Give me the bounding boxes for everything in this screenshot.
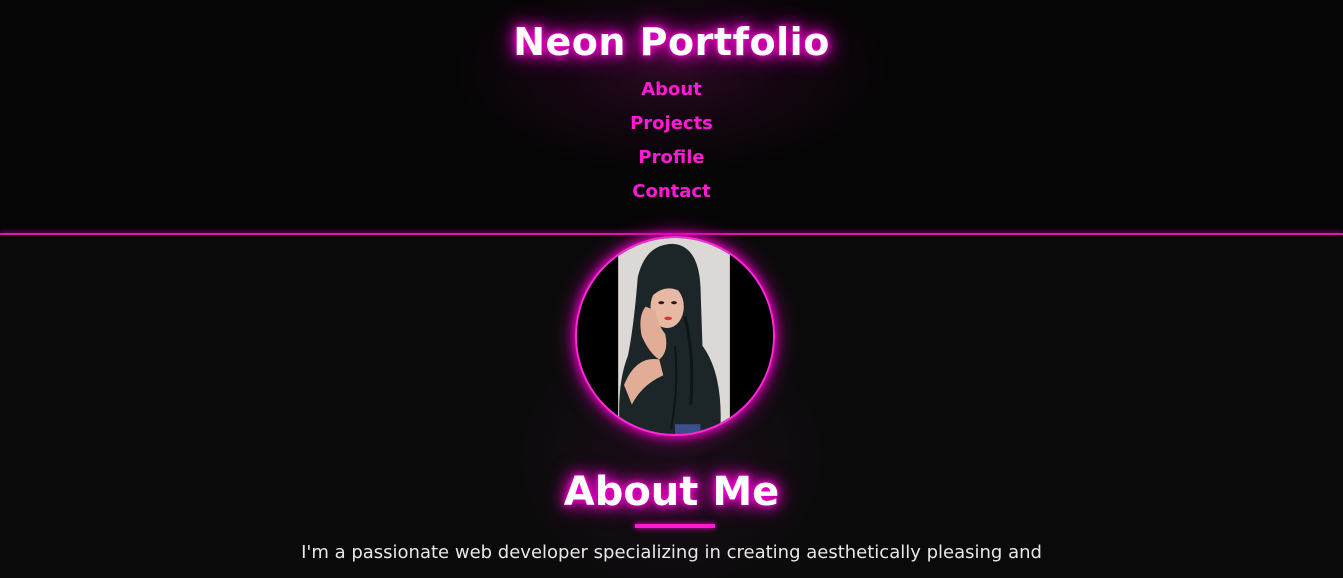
about-section: About Me I'm a passionate web developer … (0, 235, 1343, 578)
about-description: I'm a passionate web developer specializ… (301, 542, 1042, 563)
nav-link-about[interactable]: About (641, 78, 702, 112)
nav-link-contact[interactable]: Contact (632, 180, 710, 214)
nav-link-projects[interactable]: Projects (630, 112, 713, 146)
site-header: Neon Portfolio About Projects Profile Co… (0, 0, 1343, 233)
nav-link-profile[interactable]: Profile (638, 146, 704, 180)
site-title: Neon Portfolio (513, 20, 830, 64)
about-heading: About Me (563, 469, 780, 515)
heading-underline (635, 524, 715, 528)
main-nav: About Projects Profile Contact (0, 78, 1343, 214)
profile-photo (575, 236, 775, 436)
page: Neon Portfolio About Projects Profile Co… (0, 0, 1343, 578)
profile-photo-image (577, 238, 773, 434)
